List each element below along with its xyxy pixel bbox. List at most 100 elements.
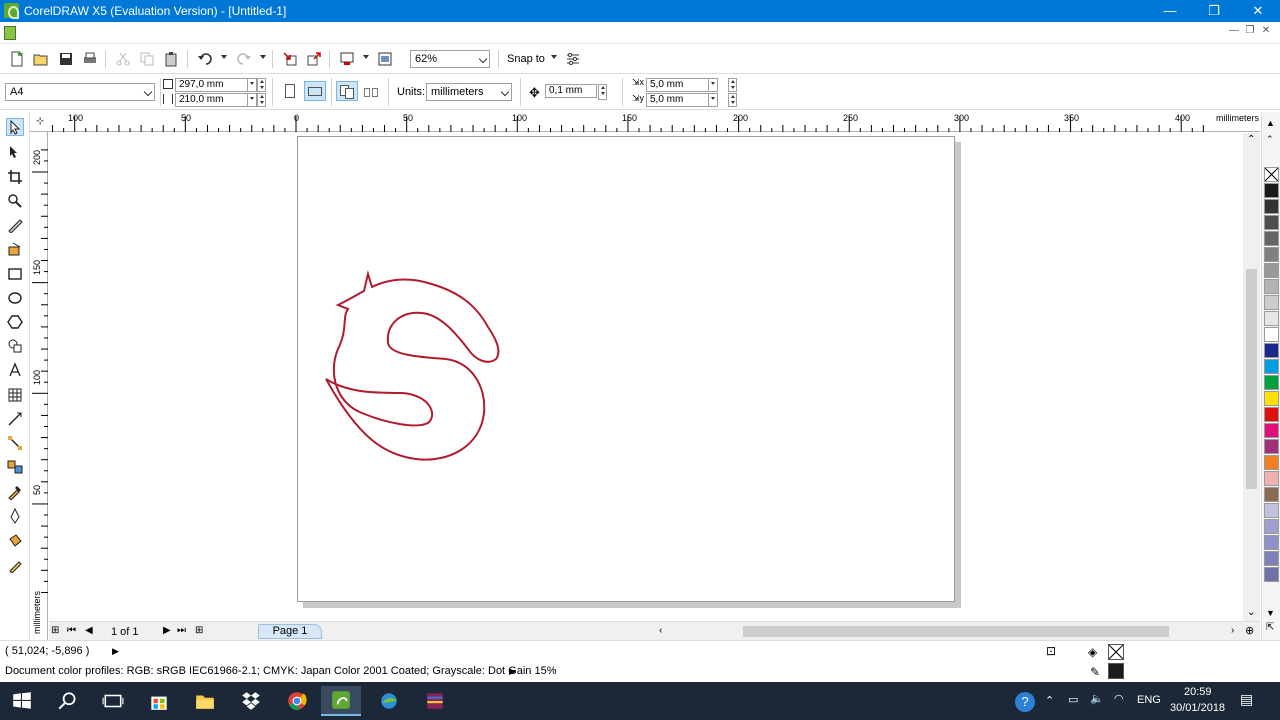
portrait-orientation-icon[interactable] <box>285 84 295 98</box>
dimension-tool-icon[interactable] <box>6 410 24 428</box>
duplicate-y-field[interactable]: 5,0 mm <box>646 93 718 107</box>
search-icon[interactable] <box>48 686 88 716</box>
nudge-distance-field[interactable]: 0,1 mm <box>545 84 597 98</box>
language-indicator[interactable]: ENG <box>1137 694 1161 706</box>
snap-to-button[interactable]: Snap to <box>507 53 545 65</box>
color-swatch[interactable] <box>1264 423 1279 438</box>
outline-pen-tool-icon[interactable] <box>6 507 24 525</box>
application-launcher-icon[interactable] <box>338 50 356 68</box>
scroll-down-icon[interactable]: ⌄ <box>1247 607 1255 618</box>
basic-shapes-tool-icon[interactable] <box>6 337 24 355</box>
polygon-tool-icon[interactable] <box>6 313 24 331</box>
color-swatch[interactable] <box>1264 359 1279 374</box>
shape-tool-icon[interactable] <box>6 143 24 161</box>
scroll-right-icon[interactable]: › <box>1231 625 1234 636</box>
freehand-tool-icon[interactable] <box>6 216 24 234</box>
color-swatch[interactable] <box>1264 247 1279 262</box>
snap-to-dropdown-icon[interactable] <box>551 55 557 59</box>
fill-none-swatch[interactable] <box>1108 644 1124 660</box>
palette-scroll-up-icon[interactable]: ▲ <box>1266 118 1275 128</box>
no-color-swatch[interactable] <box>1264 167 1279 182</box>
store-icon[interactable] <box>139 686 179 716</box>
wifi-icon[interactable]: ◠ <box>1114 692 1124 705</box>
undo-dropdown-icon[interactable] <box>221 55 227 59</box>
scroll-left-icon[interactable]: ‹ <box>659 625 662 636</box>
open-folder-icon[interactable] <box>32 50 50 68</box>
color-swatch[interactable] <box>1264 375 1279 390</box>
crop-tool-icon[interactable] <box>6 168 24 186</box>
page-tab-1[interactable]: Page 1 <box>258 624 322 639</box>
vertical-scrollbar[interactable]: ⌃ ⌄ <box>1243 133 1260 621</box>
color-swatch[interactable] <box>1264 503 1279 518</box>
fill-tool-icon[interactable] <box>6 532 24 550</box>
redo-dropdown-icon[interactable] <box>260 55 266 59</box>
undo-icon[interactable] <box>196 50 214 68</box>
vertical-ruler[interactable]: 200 150 100 50 millimeters <box>30 132 48 640</box>
current-page-icon[interactable] <box>364 84 380 98</box>
page-width-spinner[interactable] <box>257 78 266 92</box>
help-icon[interactable]: ? <box>1015 692 1035 712</box>
export-icon[interactable] <box>305 50 323 68</box>
color-swatch[interactable] <box>1264 455 1279 470</box>
rectangle-tool-icon[interactable] <box>6 265 24 283</box>
horizontal-scroll-thumb[interactable] <box>743 626 1169 637</box>
dropbox-icon[interactable] <box>231 686 271 716</box>
clock-date[interactable]: 30/01/2018 <box>1170 702 1225 714</box>
launcher-dropdown-icon[interactable] <box>363 55 369 59</box>
connector-tool-icon[interactable] <box>6 434 24 452</box>
add-page-after-icon[interactable]: ⊞ <box>195 625 203 636</box>
welcome-screen-icon[interactable] <box>376 50 394 68</box>
first-page-icon[interactable]: ⏮ <box>67 625 76 636</box>
new-document-icon[interactable] <box>8 50 26 68</box>
corel-connect-icon[interactable] <box>369 686 409 716</box>
tray-overflow-icon[interactable]: ⌃ <box>1045 694 1054 707</box>
last-page-icon[interactable]: ⏭ <box>177 625 186 636</box>
blend-tool-icon[interactable] <box>6 458 24 476</box>
coordinates-flyout-icon[interactable]: ▶ <box>112 646 119 657</box>
landscape-orientation-button[interactable] <box>304 81 326 101</box>
clock-time[interactable]: 20:59 <box>1184 686 1212 698</box>
interactive-fill-tool-icon[interactable] <box>6 556 24 574</box>
color-swatch[interactable] <box>1264 231 1279 246</box>
minimize-button[interactable]: — <box>1148 0 1192 22</box>
color-swatch[interactable] <box>1264 183 1279 198</box>
restore-button[interactable]: ❐ <box>1192 0 1236 22</box>
print-icon[interactable] <box>81 50 99 68</box>
color-swatch[interactable] <box>1264 295 1279 310</box>
cut-icon[interactable] <box>114 50 132 68</box>
color-swatch[interactable] <box>1264 215 1279 230</box>
doc-minimize-icon[interactable]: — <box>1226 25 1242 36</box>
color-profiles-flyout-icon[interactable]: ▶ <box>509 666 516 677</box>
ellipse-tool-icon[interactable] <box>6 289 24 307</box>
task-view-icon[interactable] <box>93 686 133 716</box>
duplicate-x-field[interactable]: 5,0 mm <box>646 78 718 92</box>
navigator-zoom-icon[interactable]: ⊕ <box>1245 624 1254 637</box>
paste-icon[interactable] <box>162 50 180 68</box>
zoom-tool-icon[interactable] <box>6 192 24 210</box>
next-page-icon[interactable]: ▶ <box>163 625 171 636</box>
page-width-field[interactable]: 297,0 mm <box>175 78 257 92</box>
notifications-icon[interactable]: ▤ <box>1240 691 1253 708</box>
vertical-scroll-thumb[interactable] <box>1246 269 1257 489</box>
horse-s-curve-shape[interactable] <box>325 270 500 461</box>
color-swatch[interactable] <box>1264 327 1279 342</box>
pick-tool-icon[interactable] <box>6 118 24 136</box>
color-swatch[interactable] <box>1264 391 1279 406</box>
copy-icon[interactable] <box>138 50 156 68</box>
nudge-spinner[interactable] <box>598 84 607 100</box>
outline-color-swatch[interactable] <box>1108 663 1124 679</box>
close-button[interactable]: ✕ <box>1236 0 1280 22</box>
battery-icon[interactable]: ▭ <box>1068 693 1078 706</box>
duplicate-y-spinner[interactable] <box>728 93 737 107</box>
drawing-page[interactable] <box>297 136 955 602</box>
color-swatch[interactable] <box>1264 439 1279 454</box>
color-swatch[interactable] <box>1264 407 1279 422</box>
doc-restore-icon[interactable]: ❐ <box>1242 25 1258 36</box>
snap-indicator-icon[interactable]: ⊡ <box>1046 644 1056 658</box>
all-pages-button[interactable] <box>336 81 358 101</box>
import-icon[interactable] <box>281 50 299 68</box>
color-swatch[interactable] <box>1264 487 1279 502</box>
color-swatch[interactable] <box>1264 279 1279 294</box>
text-tool-icon[interactable] <box>6 361 24 379</box>
units-combo[interactable]: millimeters <box>426 83 512 101</box>
